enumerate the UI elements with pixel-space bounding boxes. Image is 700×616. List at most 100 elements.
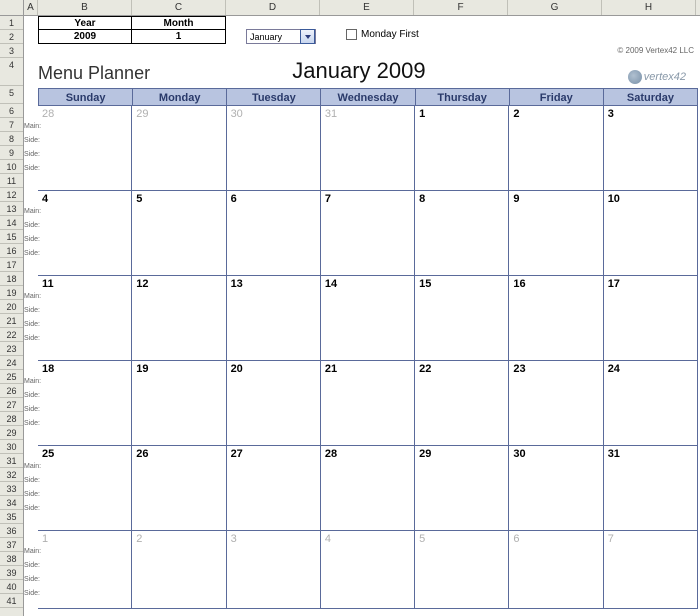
calendar-day-cell[interactable]: 8 xyxy=(415,191,509,276)
row-header[interactable]: 21 xyxy=(0,314,23,328)
calendar-day-cell[interactable]: 30 xyxy=(509,446,603,531)
monday-first-checkbox[interactable]: Monday First xyxy=(346,29,419,40)
row-header[interactable]: 38 xyxy=(0,552,23,566)
calendar-day-cell[interactable]: 12 xyxy=(132,276,226,361)
calendar-day-cell[interactable]: 1 xyxy=(415,106,509,191)
row-header[interactable]: 36 xyxy=(0,524,23,538)
calendar-day-cell[interactable]: 5 xyxy=(415,531,509,609)
row-header[interactable]: 19 xyxy=(0,286,23,300)
calendar-day-cell[interactable]: 4 xyxy=(321,531,415,609)
row-header[interactable]: 39 xyxy=(0,566,23,580)
row-header[interactable]: 41 xyxy=(0,594,23,608)
row-header[interactable]: 40 xyxy=(0,580,23,594)
calendar-day-cell[interactable]: 2 xyxy=(509,106,603,191)
calendar-day-cell[interactable]: 7 xyxy=(321,191,415,276)
row-header[interactable]: 32 xyxy=(0,468,23,482)
select-all-corner[interactable] xyxy=(0,0,24,15)
row-header[interactable]: 26 xyxy=(0,384,23,398)
row-header[interactable]: 11 xyxy=(0,174,23,188)
calendar-day-cell[interactable]: 22 xyxy=(415,361,509,446)
row-header[interactable]: 22 xyxy=(0,328,23,342)
calendar-day-cell[interactable]: 4 xyxy=(38,191,132,276)
calendar-day-cell[interactable]: 26 xyxy=(132,446,226,531)
calendar-day-cell[interactable]: 15 xyxy=(415,276,509,361)
row-header[interactable]: 1 xyxy=(0,16,23,30)
row-header[interactable]: 17 xyxy=(0,258,23,272)
row-header[interactable]: 8 xyxy=(0,132,23,146)
row-header[interactable]: 16 xyxy=(0,244,23,258)
row-header[interactable]: 15 xyxy=(0,230,23,244)
calendar-day-cell[interactable]: 19 xyxy=(132,361,226,446)
row-header[interactable]: 14 xyxy=(0,216,23,230)
col-header[interactable]: B xyxy=(38,0,132,15)
row-header[interactable]: 4 xyxy=(0,58,23,86)
row-header[interactable]: 31 xyxy=(0,454,23,468)
row-header[interactable]: 27 xyxy=(0,398,23,412)
calendar-day-cell[interactable]: 28 xyxy=(321,446,415,531)
calendar-day-cell[interactable]: 9 xyxy=(509,191,603,276)
calendar-day-cell[interactable]: 6 xyxy=(509,531,603,609)
calendar-day-cell[interactable]: 29 xyxy=(132,106,226,191)
row-header[interactable]: 34 xyxy=(0,496,23,510)
col-header[interactable]: G xyxy=(508,0,602,15)
calendar-day-cell[interactable]: 11 xyxy=(38,276,132,361)
calendar-day-cell[interactable]: 31 xyxy=(604,446,698,531)
month-input[interactable]: 1 xyxy=(132,30,225,43)
calendar-day-cell[interactable]: 3 xyxy=(227,531,321,609)
row-header[interactable]: 37 xyxy=(0,538,23,552)
row-header[interactable]: 25 xyxy=(0,370,23,384)
row-header[interactable]: 35 xyxy=(0,510,23,524)
row-header[interactable]: 6 xyxy=(0,104,23,118)
calendar-day-cell[interactable]: 7 xyxy=(604,531,698,609)
year-input[interactable]: 2009 xyxy=(39,30,131,43)
calendar-day-cell[interactable]: 18 xyxy=(38,361,132,446)
calendar-day-cell[interactable]: 16 xyxy=(509,276,603,361)
calendar-day-cell[interactable]: 14 xyxy=(321,276,415,361)
col-header[interactable]: C xyxy=(132,0,226,15)
col-header[interactable]: F xyxy=(414,0,508,15)
row-header[interactable]: 29 xyxy=(0,426,23,440)
chevron-down-icon[interactable] xyxy=(300,29,315,44)
col-header[interactable]: H xyxy=(602,0,696,15)
calendar-day-cell[interactable]: 5 xyxy=(132,191,226,276)
row-header[interactable]: 5 xyxy=(0,86,23,104)
calendar-day-cell[interactable]: 20 xyxy=(227,361,321,446)
row-header[interactable]: 13 xyxy=(0,202,23,216)
meal-row-label: Side: xyxy=(24,233,38,247)
col-header[interactable]: D xyxy=(226,0,320,15)
row-header[interactable]: 9 xyxy=(0,146,23,160)
calendar-day-cell[interactable]: 3 xyxy=(604,106,698,191)
calendar-day-cell[interactable]: 29 xyxy=(415,446,509,531)
row-header[interactable]: 23 xyxy=(0,342,23,356)
calendar-day-cell[interactable]: 2 xyxy=(132,531,226,609)
row-header[interactable]: 24 xyxy=(0,356,23,370)
col-header[interactable]: A xyxy=(24,0,38,15)
row-header[interactable]: 28 xyxy=(0,412,23,426)
calendar-day-cell[interactable]: 24 xyxy=(604,361,698,446)
calendar-day-cell[interactable]: 30 xyxy=(227,106,321,191)
meal-row-label: Side: xyxy=(24,403,38,417)
calendar-day-cell[interactable]: 10 xyxy=(604,191,698,276)
row-header[interactable]: 30 xyxy=(0,440,23,454)
calendar-day-cell[interactable]: 21 xyxy=(321,361,415,446)
checkbox-icon[interactable] xyxy=(346,29,357,40)
col-header[interactable]: E xyxy=(320,0,414,15)
calendar-day-cell[interactable]: 27 xyxy=(227,446,321,531)
row-header[interactable]: 12 xyxy=(0,188,23,202)
calendar-day-cell[interactable]: 25 xyxy=(38,446,132,531)
row-header[interactable]: 2 xyxy=(0,30,23,44)
row-header[interactable]: 10 xyxy=(0,160,23,174)
row-header[interactable]: 7 xyxy=(0,118,23,132)
row-header[interactable]: 3 xyxy=(0,44,23,58)
calendar-day-cell[interactable]: 31 xyxy=(321,106,415,191)
row-header[interactable]: 20 xyxy=(0,300,23,314)
calendar-day-cell[interactable]: 1 xyxy=(38,531,132,609)
calendar-day-cell[interactable]: 23 xyxy=(509,361,603,446)
calendar-day-cell[interactable]: 17 xyxy=(604,276,698,361)
calendar-day-cell[interactable]: 6 xyxy=(227,191,321,276)
calendar-day-cell[interactable]: 28 xyxy=(38,106,132,191)
calendar-day-cell[interactable]: 13 xyxy=(227,276,321,361)
row-header[interactable]: 33 xyxy=(0,482,23,496)
row-header[interactable]: 18 xyxy=(0,272,23,286)
month-dropdown[interactable]: January xyxy=(246,29,316,44)
